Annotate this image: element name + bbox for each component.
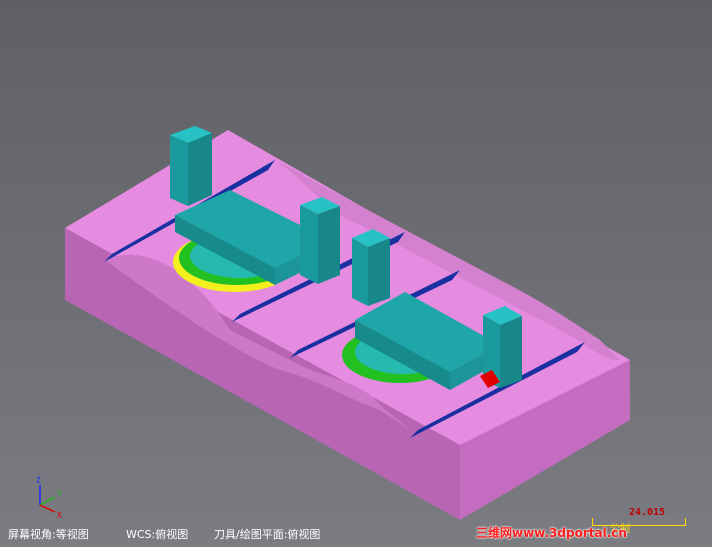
status-screen-view[interactable]: 屏幕视角:等视图 [8,526,89,542]
watermark: 三维网www.3dportal.cn [476,526,627,540]
axis-triad [39,485,56,513]
axis-z-label: Z [36,476,41,485]
status-tool-plane[interactable]: 刀具/绘图平面:俯视图 [214,526,320,542]
graphics-viewport[interactable]: Z Y X 24.015 公制 屏幕视角:等视图 WCS:俯视图 刀具/绘图平面… [0,0,712,547]
status-wcs[interactable]: WCS:俯视图 [126,526,188,542]
axis-y-label: Y [57,489,62,498]
scale-value: 24.015 [628,507,666,518]
cad-model-scene[interactable] [0,0,712,547]
